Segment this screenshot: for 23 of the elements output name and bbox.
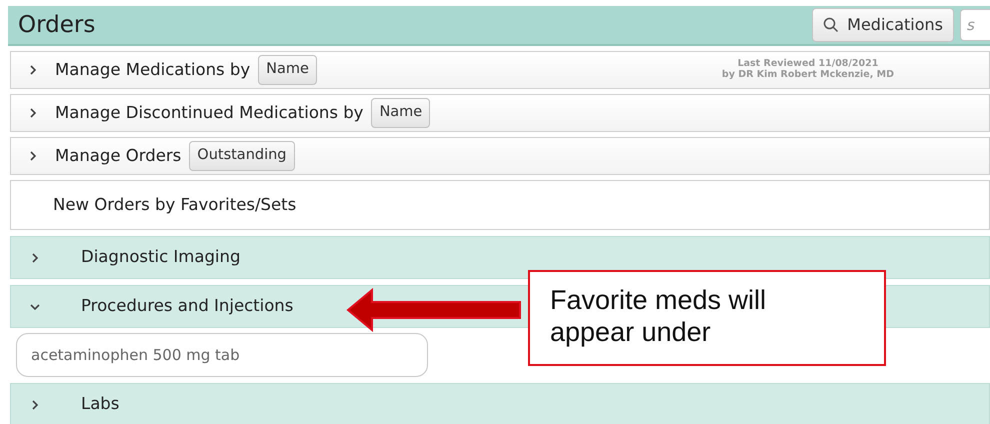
category-label: Procedures and Injections <box>81 295 294 318</box>
search-icon <box>823 17 840 33</box>
annotation-callout: Favorite meds will appear under <box>528 270 886 366</box>
favorite-item[interactable]: acetaminophen 500 mg tab <box>16 333 428 377</box>
category-row[interactable]: Diagnostic Imaging <box>10 236 990 279</box>
section-title: Orders <box>18 10 96 40</box>
sort-button[interactable]: Name <box>371 98 430 128</box>
section-header-row[interactable]: Manage Discontinued Medications by Name <box>10 94 990 132</box>
section-header-row[interactable]: Manage Medications by Name Last Reviewed 11/08/2021 by DR Kim Robert Mckenzie, MD <box>10 51 990 89</box>
last-reviewed-text: Last Reviewed 11/08/2021 by DR Kim Robert Mckenzie, MD <box>722 59 894 81</box>
sort-button[interactable]: Name <box>258 55 317 85</box>
favorites-sets-row[interactable]: New Orders by Favorites/Sets <box>10 180 990 230</box>
row-label: New Orders by Favorites/Sets <box>53 194 296 216</box>
row-label: Manage Discontinued Medications by <box>55 102 364 124</box>
section-header-row[interactable]: Manage Orders Outstanding <box>10 137 990 175</box>
category-label: Labs <box>81 393 120 416</box>
row-label: Manage Medications by <box>55 58 250 81</box>
category-label: Diagnostic Imaging <box>81 246 240 268</box>
search-field[interactable]: s <box>960 9 990 41</box>
medications-search-button[interactable]: Medications <box>812 8 954 42</box>
row-label: Manage Orders <box>55 144 182 167</box>
category-row[interactable]: Labs <box>10 383 990 424</box>
sort-button[interactable]: Outstanding <box>189 141 295 171</box>
